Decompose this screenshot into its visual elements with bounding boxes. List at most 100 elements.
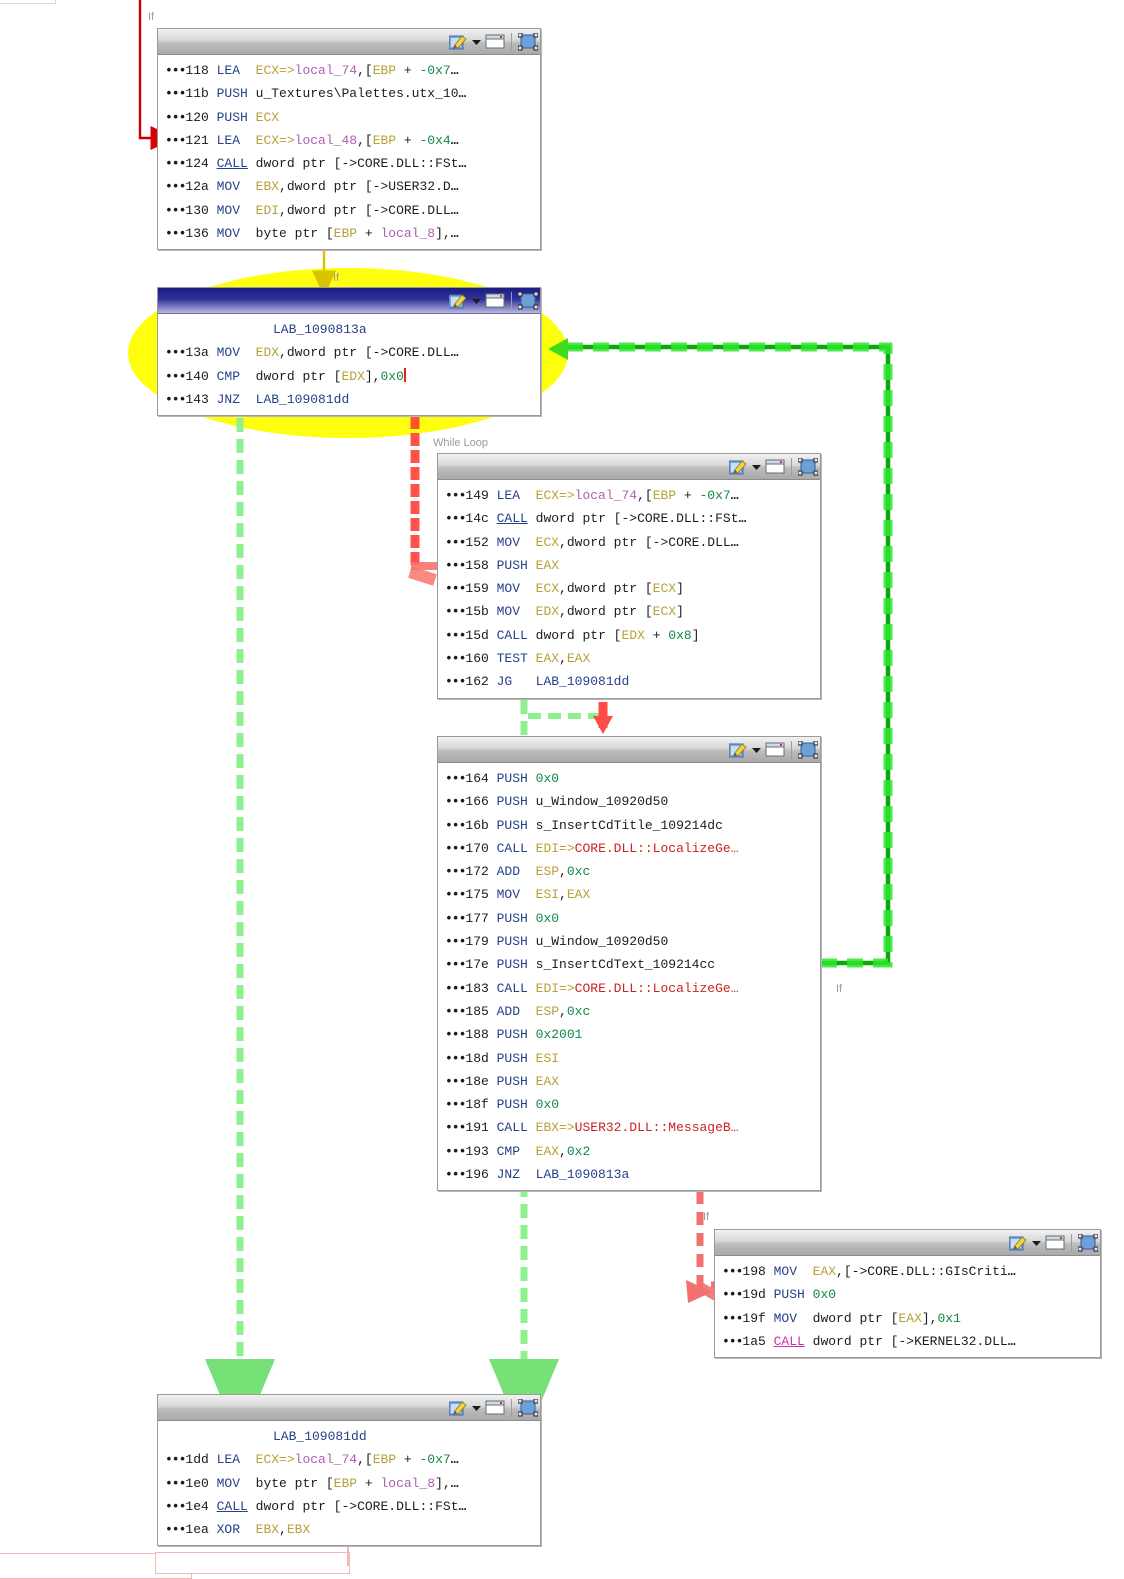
listing-line[interactable]: •••18e PUSH EAX <box>438 1070 820 1093</box>
full-view-select-icon[interactable] <box>798 740 818 759</box>
listing-line[interactable]: •••130 MOV EDI,dword ptr [->CORE.DLL… <box>158 199 540 222</box>
listing-line[interactable]: •••172 ADD ESP,0xc <box>438 860 820 883</box>
listing-line[interactable]: •••160 TEST EAX,EAX <box>438 647 820 670</box>
listing-line[interactable]: •••193 CMP EAX,0x2 <box>438 1140 820 1163</box>
edit-pencil-icon[interactable] <box>449 33 468 50</box>
full-view-select-icon[interactable] <box>518 32 538 51</box>
block-titlebar[interactable] <box>158 1395 540 1421</box>
listing-line[interactable]: •••11b PUSH u_Textures\Palettes.utx_10… <box>158 82 540 105</box>
block-titlebar[interactable] <box>438 454 820 480</box>
edit-pencil-icon[interactable] <box>1009 1234 1028 1251</box>
window-icon[interactable] <box>765 458 785 475</box>
listing-line[interactable]: •••121 LEA ECX=>local_48,[EBP + -0x4… <box>158 129 540 152</box>
listing-line[interactable]: •••16b PUSH s_InsertCdTitle_109214dc <box>438 814 820 837</box>
listing-line[interactable]: •••120 PUSH ECX <box>158 106 540 129</box>
full-view-select-icon[interactable] <box>518 1398 538 1417</box>
listing-line[interactable]: •••175 MOV ESI,EAX <box>438 883 820 906</box>
block-titlebar[interactable] <box>158 29 540 55</box>
full-view-select-icon[interactable] <box>798 457 818 476</box>
listing-line[interactable]: •••17e PUSH s_InsertCdText_109214cc <box>438 953 820 976</box>
block-1090813a[interactable]: LAB_1090813a •••13a MOV EDX,dword ptr [->… <box>157 287 541 416</box>
listing-line[interactable]: •••143 JNZ LAB_109081dd <box>158 388 540 411</box>
listing-line[interactable]: •••183 CALL EDI=>CORE.DLL::LocalizeGe… <box>438 977 820 1000</box>
block-titlebar[interactable] <box>158 288 540 314</box>
window-icon[interactable] <box>485 292 505 309</box>
instruction-mnemonic: PUSH <box>773 1287 805 1303</box>
listing-line[interactable]: •••1ea XOR EBX,EBX <box>158 1518 540 1541</box>
chevron-down-icon[interactable] <box>471 295 482 306</box>
listing-line[interactable]: •••19f MOV dword ptr [EAX],0x1 <box>715 1307 1100 1330</box>
block-10908164[interactable]: •••164 PUSH 0x0 •••166 PUSH u_Window_1092… <box>437 736 821 1191</box>
listing-line[interactable]: •••1dd LEA ECX=>local_74,[EBP + -0x7… <box>158 1448 540 1471</box>
listing-line[interactable]: •••162 JG LAB_109081dd <box>438 670 820 693</box>
listing-line[interactable]: •••196 JNZ LAB_1090813a <box>438 1163 820 1186</box>
listing-line[interactable]: •••149 LEA ECX=>local_74,[EBP + -0x7… <box>438 484 820 507</box>
listing-line[interactable]: •••15d CALL dword ptr [EDX + 0x8] <box>438 624 820 647</box>
window-icon[interactable] <box>485 1399 505 1416</box>
block-listing[interactable]: LAB_1090813a •••13a MOV EDX,dword ptr [->… <box>158 314 540 415</box>
block-listing[interactable]: •••198 MOV EAX,[->CORE.DLL::GIsCriti… •••… <box>715 1256 1100 1357</box>
listing-line[interactable]: •••191 CALL EBX=>USER32.DLL::MessageB… <box>438 1116 820 1139</box>
instruction-operand: ,dword ptr [->CORE.DLL <box>279 202 451 218</box>
block-10908149[interactable]: •••149 LEA ECX=>local_74,[EBP + -0x7… •••… <box>437 453 821 699</box>
block-toolbar[interactable] <box>729 457 818 476</box>
window-icon[interactable] <box>1045 1234 1065 1251</box>
instruction-address: 1a5 <box>742 1333 766 1349</box>
listing-line[interactable]: •••158 PUSH EAX <box>438 554 820 577</box>
chevron-down-icon[interactable] <box>1031 1237 1042 1248</box>
window-icon[interactable] <box>485 33 505 50</box>
block-listing[interactable]: •••149 LEA ECX=>local_74,[EBP + -0x7… •••… <box>438 480 820 698</box>
chevron-down-icon[interactable] <box>751 744 762 755</box>
listing-line[interactable]: •••18d PUSH ESI <box>438 1047 820 1070</box>
full-view-select-icon[interactable] <box>518 291 538 310</box>
chevron-down-icon[interactable] <box>751 461 762 472</box>
listing-line[interactable]: •••19d PUSH 0x0 <box>715 1283 1100 1306</box>
block-toolbar[interactable] <box>449 32 538 51</box>
block-listing[interactable]: LAB_109081dd •••1dd LEA ECX=>local_74,[EB… <box>158 1421 540 1545</box>
edit-pencil-icon[interactable] <box>449 1399 468 1416</box>
block-10908118[interactable]: •••118 LEA ECX=>local_74,[EBP + -0x7… •••… <box>157 28 541 250</box>
block-titlebar[interactable] <box>438 737 820 763</box>
listing-line[interactable]: •••159 MOV ECX,dword ptr [ECX] <box>438 577 820 600</box>
edit-pencil-icon[interactable] <box>729 458 748 475</box>
listing-line[interactable]: •••164 PUSH 0x0 <box>438 767 820 790</box>
chevron-down-icon[interactable] <box>471 1402 482 1413</box>
listing-line[interactable]: •••15b MOV EDX,dword ptr [ECX] <box>438 600 820 623</box>
listing-line[interactable]: •••188 PUSH 0x2001 <box>438 1023 820 1046</box>
listing-line[interactable]: •••13a MOV EDX,dword ptr [->CORE.DLL… <box>158 341 540 364</box>
full-view-select-icon[interactable] <box>1078 1233 1098 1252</box>
listing-line[interactable]: •••18f PUSH 0x0 <box>438 1093 820 1116</box>
mnemonic-pad <box>528 1051 536 1066</box>
function-graph-canvas[interactable]: If If While Loop If If •••118 LEA ECX=>l… <box>0 0 1124 1579</box>
block-titlebar[interactable] <box>715 1230 1100 1256</box>
block-toolbar[interactable] <box>729 740 818 759</box>
chevron-down-icon[interactable] <box>471 36 482 47</box>
listing-line[interactable]: •••198 MOV EAX,[->CORE.DLL::GIsCriti… <box>715 1260 1100 1283</box>
block-10908198[interactable]: •••198 MOV EAX,[->CORE.DLL::GIsCriti… •••… <box>714 1229 1101 1358</box>
listing-line[interactable]: •••170 CALL EDI=>CORE.DLL::LocalizeGe… <box>438 837 820 860</box>
listing-line[interactable]: •••136 MOV byte ptr [EBP + local_8],… <box>158 222 540 245</box>
block-listing[interactable]: •••118 LEA ECX=>local_74,[EBP + -0x7… •••… <box>158 55 540 249</box>
listing-line[interactable]: •••1a5 CALL dword ptr [->KERNEL32.DLL… <box>715 1330 1100 1353</box>
listing-line[interactable]: •••1e4 CALL dword ptr [->CORE.DLL::FSt… <box>158 1495 540 1518</box>
listing-line[interactable]: •••152 MOV ECX,dword ptr [->CORE.DLL… <box>438 531 820 554</box>
listing-line[interactable]: •••118 LEA ECX=>local_74,[EBP + -0x7… <box>158 59 540 82</box>
listing-line[interactable]: •••1e0 MOV byte ptr [EBP + local_8],… <box>158 1472 540 1495</box>
instruction-address: 1ea <box>185 1522 209 1538</box>
block-listing[interactable]: •••164 PUSH 0x0 •••166 PUSH u_Window_1092… <box>438 763 820 1190</box>
listing-line[interactable]: •••14c CALL dword ptr [->CORE.DLL::FSt… <box>438 507 820 530</box>
block-toolbar[interactable] <box>449 291 538 310</box>
block-109081dd[interactable]: LAB_109081dd •••1dd LEA ECX=>local_74,[EB… <box>157 1394 541 1546</box>
listing-line[interactable]: •••177 PUSH 0x0 <box>438 907 820 930</box>
block-toolbar[interactable] <box>449 1398 538 1417</box>
listing-line[interactable]: •••12a MOV EBX,dword ptr [->USER32.D… <box>158 175 540 198</box>
listing-line[interactable]: •••166 PUSH u_Window_10920d50 <box>438 790 820 813</box>
listing-line[interactable]: •••140 CMP dword ptr [EDX],0x0 <box>158 365 540 388</box>
edit-pencil-icon[interactable] <box>729 741 748 758</box>
listing-line[interactable]: •••185 ADD ESP,0xc <box>438 1000 820 1023</box>
edit-pencil-icon[interactable] <box>449 292 468 309</box>
window-icon[interactable] <box>765 741 785 758</box>
listing-line[interactable]: •••179 PUSH u_Window_10920d50 <box>438 930 820 953</box>
block-toolbar[interactable] <box>1009 1233 1098 1252</box>
listing-line[interactable]: •••124 CALL dword ptr [->CORE.DLL::FSt… <box>158 152 540 175</box>
